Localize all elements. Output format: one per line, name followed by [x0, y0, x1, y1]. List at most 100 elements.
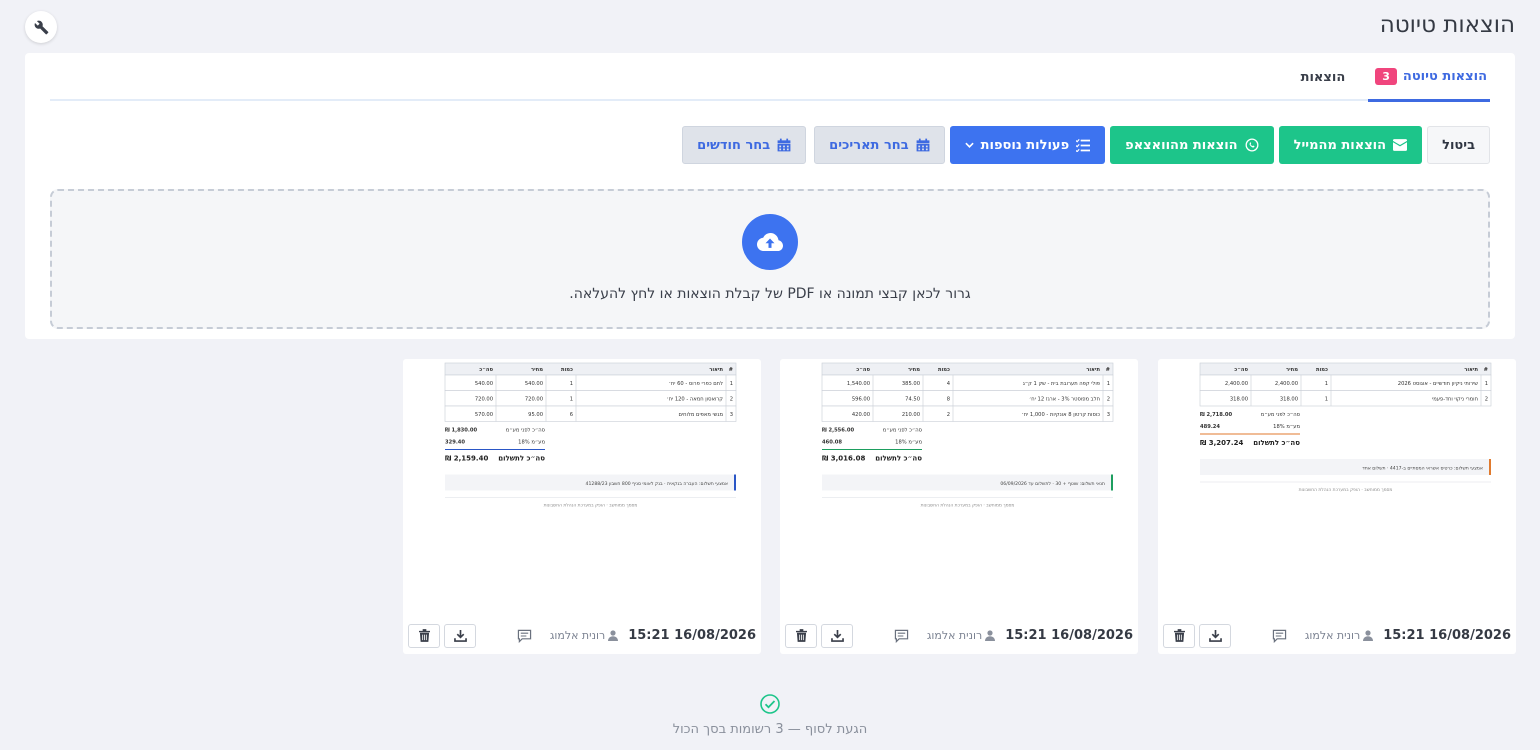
receipt-total-value: 460.08: [822, 440, 842, 446]
card-actions: [785, 623, 853, 648]
receipt-header-cell: מחיר: [1286, 367, 1298, 373]
select-months-button[interactable]: בחר חודשים: [682, 126, 807, 164]
upload-dropzone[interactable]: גרור לכאן קבצי תמונה או PDF של קבלת הוצא…: [50, 189, 1490, 329]
receipt-cell: פולי קפה תערובת בית - שק 1 ק״ג: [1023, 381, 1100, 387]
receipt-cell: 1,540.00: [847, 381, 870, 387]
receipt-cell: 1: [570, 397, 573, 403]
receipt-header-cell: תיאור: [1464, 367, 1478, 373]
card-footer: 16/08/2026 15:21 רונית אלמוג: [1158, 617, 1516, 654]
delete-button[interactable]: [785, 623, 817, 648]
receipt-preview[interactable]: # תיאור כמות מחיר סה״כ 1 שירותי ניקיון חודשיים…: [1158, 359, 1516, 617]
receipt-header-cell: מחיר: [908, 367, 920, 373]
user-icon: [985, 630, 996, 641]
comment-icon: [1272, 629, 1286, 643]
receipt-footer: מסמך ממוחשב · הופק במערכת הנהלת החשבונות: [921, 504, 1015, 509]
receipt-header-cell: תיאור: [1086, 367, 1100, 373]
wrench-icon: [34, 20, 48, 34]
draft-card[interactable]: # תיאור כמות מחיר סה״כ 1 שירותי ניקיון חודשיים…: [1158, 359, 1516, 654]
download-button[interactable]: [444, 623, 476, 648]
delete-button[interactable]: [408, 623, 440, 648]
comment-icon: [894, 629, 908, 643]
comment-button[interactable]: [894, 629, 909, 643]
receipt-cell: 8: [947, 397, 950, 403]
whatsapp-expenses-button[interactable]: הוצאות מהוואצאפ: [1110, 126, 1274, 164]
card-footer: 16/08/2026 15:21 רונית אלמוג: [780, 617, 1138, 654]
receipt-cell: 2,400.00: [1275, 381, 1298, 387]
receipt-cell: קרואסון חמאה - 120 יח׳: [666, 397, 723, 403]
receipt-cell: 1: [1325, 381, 1328, 387]
receipt-preview[interactable]: # תיאור כמות מחיר סה״כ 1 לחם כפרי פרוס - 60 יח…: [403, 359, 761, 617]
email-expenses-button[interactable]: הוצאות מהמייל: [1278, 126, 1423, 164]
end-message: הגעת לסוף — 3 רשומות בסך הכול: [672, 722, 868, 737]
receipt-total-value: ₪ 2,556.00: [822, 428, 854, 434]
receipt-cell: 3: [1107, 412, 1110, 418]
receipt-cell: 596.00: [852, 397, 870, 403]
receipt-cell: 1: [1325, 397, 1328, 403]
receipt-footer: מסמך ממוחשב · הופק במערכת הנהלת החשבונות: [544, 504, 638, 509]
upload-button[interactable]: [742, 214, 798, 270]
receipt-cell: חלב מפוסטר 3% - ארגז 12 יח׳: [1029, 397, 1100, 403]
receipt-header-cell: מחיר: [531, 367, 543, 373]
receipt-cell: 1: [1485, 381, 1488, 387]
receipt-header-cell: #: [1106, 367, 1110, 373]
more-actions-dropdown[interactable]: פעולות נוספות: [949, 126, 1106, 164]
cancel-button[interactable]: ביטול: [1427, 126, 1490, 164]
receipt-cell: 720.00: [475, 397, 493, 403]
receipt-cell: 1: [730, 381, 733, 387]
receipt-thumbnail: # תיאור כמות מחיר סה״כ 1 פולי קפה תערובת בית -…: [821, 362, 1114, 509]
card-user-name: רונית אלמוג: [926, 629, 983, 642]
comment-button[interactable]: [1272, 629, 1287, 643]
receipt-note-accent: [734, 474, 736, 491]
receipt-grand-value: ₪ 3,016.08: [822, 455, 865, 463]
receipt-footer: מסמך ממוחשב · הופק במערכת הנהלת החשבונות: [1299, 488, 1393, 493]
tab-draft-expenses[interactable]: הוצאות טיוטה 3: [1368, 53, 1490, 102]
receipt-cell: 570.00: [475, 412, 493, 418]
card-user: רונית אלמוג: [1304, 629, 1374, 642]
main-card: הוצאות טיוטה 3 הוצאות ביטול הוצאות מהמיי…: [25, 53, 1515, 339]
download-button[interactable]: [1199, 623, 1231, 648]
comment-icon: [517, 629, 531, 643]
calendar-icon: [916, 138, 930, 152]
settings-button[interactable]: [25, 11, 57, 43]
receipt-header-cell: #: [1484, 367, 1488, 373]
list-icon: [1076, 138, 1091, 152]
receipt-thumbnail: # תיאור כמות מחיר סה״כ 1 שירותי ניקיון חודשיים…: [1199, 362, 1492, 493]
card-date: 16/08/2026 15:21: [628, 628, 756, 643]
receipt-cell: שירותי ניקיון חודשיים - אוגוסט 2026: [1398, 381, 1479, 387]
receipt-cell: כוסות קרטון 8 אונקיות - 1,000 יח׳: [1022, 412, 1101, 418]
download-button[interactable]: [821, 623, 853, 648]
receipt-cell: לחם כפרי פרוס - 60 יח׳: [669, 381, 723, 387]
receipt-header-cell: סה״כ: [479, 367, 493, 373]
tab-label: הוצאות: [1300, 69, 1346, 85]
receipt-total-value: 329.40: [445, 440, 465, 446]
user-icon: [1363, 630, 1374, 641]
select-dates-label: בחר תאריכים: [829, 137, 909, 153]
receipt-preview[interactable]: # תיאור כמות מחיר סה״כ 1 פולי קפה תערובת בית -…: [780, 359, 1138, 617]
receipt-cell: 1: [1107, 381, 1110, 387]
card-date: 16/08/2026 15:21: [1005, 628, 1133, 643]
receipt-cell: 540.00: [525, 381, 543, 387]
card-user-name: רונית אלמוג: [549, 629, 606, 642]
card-user: רונית אלמוג: [926, 629, 996, 642]
tab-expenses[interactable]: הוצאות: [1298, 53, 1349, 101]
card-user-name: רונית אלמוג: [1304, 629, 1361, 642]
draft-card[interactable]: # תיאור כמות מחיר סה״כ 1 לחם כפרי פרוס - 60 יח…: [403, 359, 761, 654]
whatsapp-expenses-label: הוצאות מהוואצאפ: [1125, 137, 1238, 153]
receipt-cell: חומרי ניקוי וחד-פעמי: [1432, 397, 1478, 403]
delete-button[interactable]: [1163, 623, 1195, 648]
receipt-cell: 318.00: [1280, 397, 1298, 403]
receipt-cell: 3: [730, 412, 733, 418]
select-dates-button[interactable]: בחר תאריכים: [814, 126, 945, 164]
receipt-total-value: 489.24: [1200, 424, 1220, 430]
trash-icon: [418, 629, 430, 642]
chevron-down-icon: [964, 142, 974, 148]
receipt-note: אמצעי תשלום: העברה בנקאית · בנק לאומי סנ…: [586, 481, 728, 487]
comment-button[interactable]: [517, 629, 532, 643]
receipt-header-cell: כמות: [938, 367, 950, 373]
email-expenses-label: הוצאות מהמייל: [1293, 137, 1387, 153]
download-icon: [453, 629, 467, 642]
toolbar: ביטול הוצאות מהמייל הוצאות מהוואצאפ פעול…: [682, 126, 1490, 164]
draft-card[interactable]: # תיאור כמות מחיר סה״כ 1 פולי קפה תערובת בית -…: [780, 359, 1138, 654]
card-user: רונית אלמוג: [549, 629, 619, 642]
receipt-note: תנאי תשלום: שוטף + 30 · לתשלום עד 06/09/…: [1000, 481, 1105, 487]
